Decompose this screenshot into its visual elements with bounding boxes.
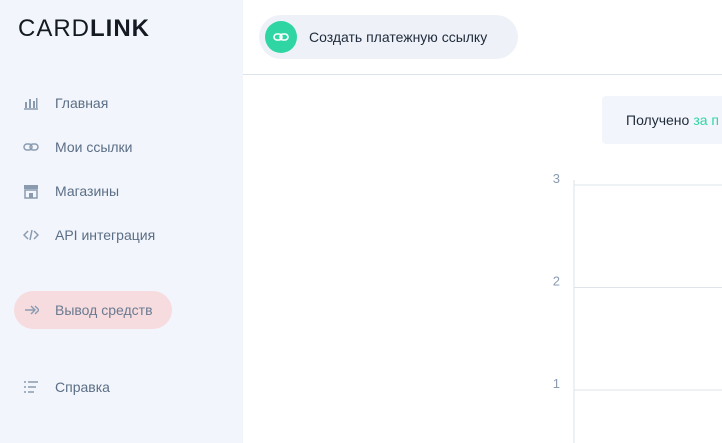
list-icon — [23, 379, 39, 395]
chart: 3 2 1 — [553, 171, 722, 443]
link-icon — [265, 21, 297, 53]
logo[interactable]: CARDLINK — [18, 15, 150, 43]
period-link[interactable]: за п — [693, 112, 719, 128]
bar-chart-icon — [23, 95, 39, 111]
withdraw-arrow-icon — [23, 302, 39, 318]
y-tick-label: 1 — [553, 376, 560, 391]
summary-label: Получено — [626, 112, 690, 128]
y-tick-label: 2 — [553, 274, 560, 289]
y-tick-label: 3 — [553, 171, 560, 186]
sidebar-item-label: Мои ссылки — [55, 139, 133, 155]
create-payment-link-button[interactable]: Создать платежную ссылку — [259, 15, 518, 59]
link-icon — [23, 139, 39, 155]
logo-part-2: LINK — [90, 15, 151, 42]
top-bar: Создать платежную ссылку — [243, 0, 722, 75]
sidebar-item-label: Главная — [55, 95, 109, 111]
create-payment-link-label: Создать платежную ссылку — [309, 29, 488, 45]
sidebar-item-help[interactable]: Справка — [14, 368, 110, 406]
sidebar-item-label: Справка — [55, 379, 110, 395]
sidebar: CARDLINK Главная Мои ссылки Магазины API… — [0, 0, 243, 443]
sidebar-item-label: Вывод средств — [55, 302, 153, 318]
sidebar-item-label: API интеграция — [55, 227, 156, 243]
summary-card: Получено за п — [602, 96, 722, 144]
sidebar-item-stores[interactable]: Магазины — [14, 172, 119, 210]
sidebar-item-label: Магазины — [55, 183, 120, 199]
code-icon — [23, 227, 39, 243]
sidebar-item-home[interactable]: Главная — [14, 84, 108, 122]
sidebar-item-api[interactable]: API интеграция — [14, 216, 155, 254]
sidebar-item-my-links[interactable]: Мои ссылки — [14, 128, 133, 166]
sidebar-item-withdraw[interactable]: Вывод средств — [14, 291, 172, 329]
logo-part-1: CARD — [18, 15, 91, 42]
store-icon — [23, 183, 39, 199]
